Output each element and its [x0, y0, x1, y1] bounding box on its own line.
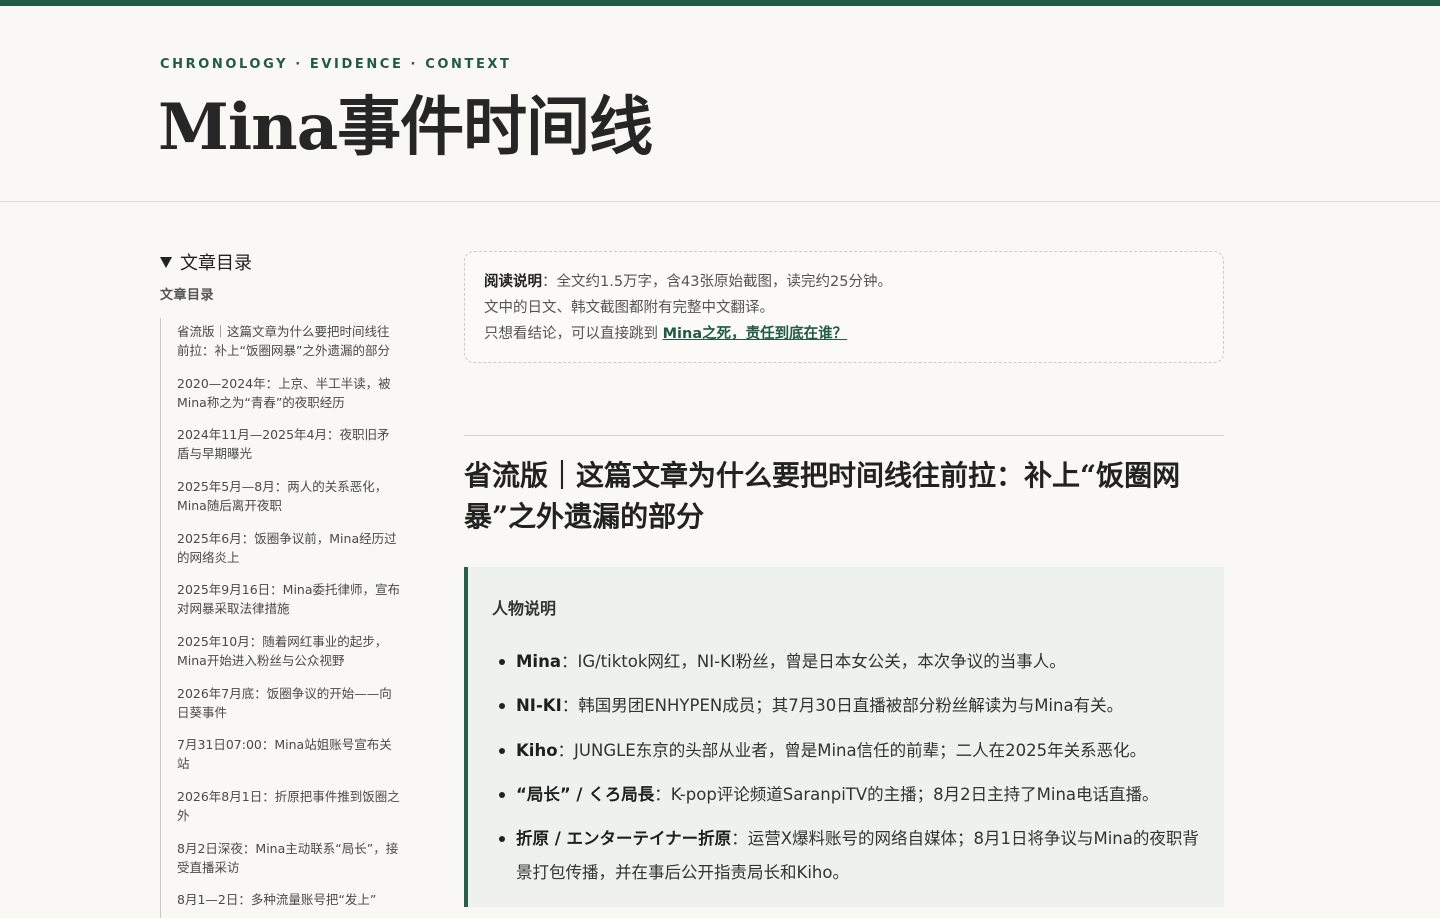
callout-title: 人物说明: [492, 599, 557, 618]
notice-text-3: 只想看结论，可以直接跳到: [484, 326, 663, 342]
notice-line-1: 阅读说明：全文约1.5万字，含43张原始截图，读完约25分钟。: [484, 270, 892, 291]
table-of-contents: 文章目录 文章目录 省流版｜这篇文章为什么要把时间线往前拉：补上“饭圈网暴”之外…: [160, 248, 410, 918]
bullet-icon: [499, 748, 505, 754]
toc-heading: 文章目录: [160, 288, 215, 303]
toc-item[interactable]: 省流版｜这篇文章为什么要把时间线往前拉：补上“饭圈网暴”之外遗漏的部分: [177, 322, 401, 360]
toc-item[interactable]: 2024年11月—2025年4月：夜职旧矛盾与早期曝光: [177, 425, 401, 463]
notice-line-2: 文中的日文、韩文截图都附有完整中文翻译。: [484, 300, 774, 316]
person-item: Mina：IG/tiktok网红，NI-KI粉丝，曾是日本女公关，本次争议的当事…: [499, 645, 1206, 679]
toc-toggle[interactable]: 文章目录: [160, 248, 252, 276]
toc-item[interactable]: 2020—2024年：上京、半工半读，被Mina称之为“青春”的夜职经历: [177, 374, 401, 412]
page-header: CHRONOLOGY · EVIDENCE · CONTEXT Mina事件时间…: [0, 6, 1440, 202]
bullet-icon: [499, 836, 505, 842]
person-name: Mina: [516, 652, 561, 671]
notice-line-3: 只想看结论，可以直接跳到 Mina之死，责任到底在谁？: [484, 322, 847, 343]
page-title: Mina事件时间线: [158, 90, 653, 165]
toc-toggle-label: 文章目录: [180, 253, 252, 274]
person-name: “局长” / くろ局長: [516, 785, 655, 804]
toc-item[interactable]: 8月2日深夜：Mina主动联系“局长”，接受直播采访: [177, 839, 401, 877]
toc-item[interactable]: 2026年8月1日：折原把事件推到饭圈之外: [177, 787, 401, 825]
bullet-icon: [499, 792, 505, 798]
characters-callout: 人物说明 Mina：IG/tiktok网红，NI-KI粉丝，曾是日本女公关，本次…: [464, 567, 1224, 907]
person-name: 折原 / エンターテイナー折原: [516, 829, 732, 848]
toc-item[interactable]: 2025年10月：随着网红事业的起步，Mina开始进入粉丝与公众视野: [177, 632, 401, 670]
person-item: Kiho：JUNGLE东京的头部从业者，曾是Mina信任的前辈；二人在2025年…: [499, 734, 1206, 768]
toc-item[interactable]: 2026年7月底：饭圈争议的开始——向日葵事件: [177, 684, 401, 722]
section-divider: [464, 435, 1224, 436]
bullet-icon: [499, 659, 505, 665]
notice-label: 阅读说明: [484, 274, 542, 290]
toc-item[interactable]: 2025年9月16日：Mina委托律师，宣布对网暴采取法律措施: [177, 580, 401, 618]
notice-text-1: ：全文约1.5万字，含43张原始截图，读完约25分钟。: [542, 274, 892, 290]
person-name: Kiho: [516, 741, 558, 760]
person-item: NI-KI：韩国男团ENHYPEN成员；其7月30日直播被部分粉丝解读为与Min…: [499, 689, 1206, 723]
conclusion-link[interactable]: Mina之死，责任到底在谁？: [663, 326, 848, 342]
section-title: 省流版｜这篇文章为什么要把时间线往前拉：补上“饭圈网暴”之外遗漏的部分: [464, 459, 1181, 533]
person-name: NI-KI: [516, 696, 562, 715]
toc-list: 省流版｜这篇文章为什么要把时间线往前拉：补上“饭圈网暴”之外遗漏的部分 2020…: [160, 318, 411, 918]
person-desc: ：IG/tiktok网红，NI-KI粉丝，曾是日本女公关，本次争议的当事人。: [560, 652, 1066, 671]
person-item: 折原 / エンターテイナー折原：运营X爆料账号的网络自媒体；8月1日将争议与Mi…: [499, 822, 1206, 890]
header-eyebrow: CHRONOLOGY · EVIDENCE · CONTEXT: [160, 57, 512, 72]
toc-item[interactable]: 2025年6月：饭圈争议前，Mina经历过的网络炎上: [177, 529, 401, 567]
person-desc: ：韩国男团ENHYPEN成员；其7月30日直播被部分粉丝解读为与Mina有关。: [561, 696, 1124, 715]
person-desc: ：JUNGLE东京的头部从业者，曾是Mina信任的前辈；二人在2025年关系恶化…: [557, 741, 1147, 760]
person-item: “局长” / くろ局長：K-pop评论频道SaranpiTV的主播；8月2日主持…: [499, 778, 1206, 812]
toc-item[interactable]: 7月31日07:00：Mina站姐账号宣布关站: [177, 735, 401, 773]
toc-item[interactable]: 2025年5月—8月：两人的关系恶化，Mina随后离开夜职: [177, 477, 401, 515]
reading-notice: 阅读说明：全文约1.5万字，含43张原始截图，读完约25分钟。 文中的日文、韩文…: [464, 251, 1224, 363]
person-desc: ：K-pop评论频道SaranpiTV的主播；8月2日主持了Mina电话直播。: [654, 785, 1159, 804]
bullet-icon: [499, 703, 505, 709]
caret-down-icon: [160, 257, 172, 268]
